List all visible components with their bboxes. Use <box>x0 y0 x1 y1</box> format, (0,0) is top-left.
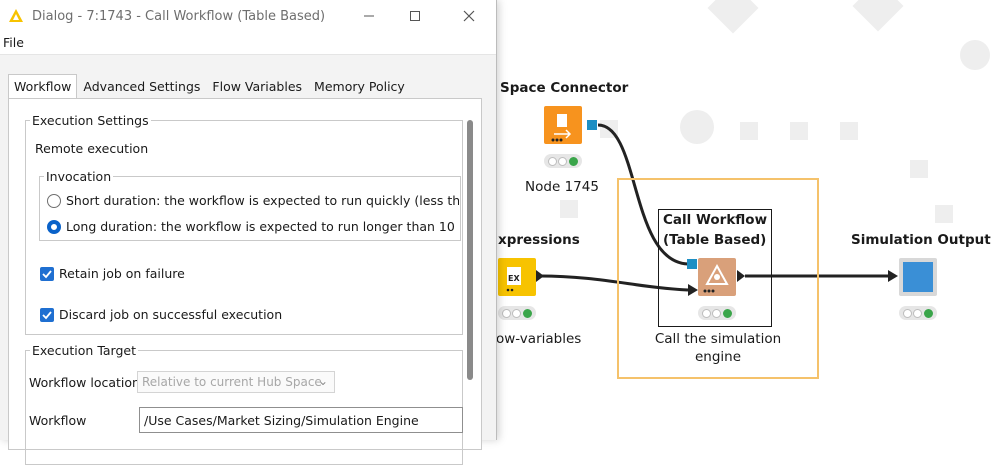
workflow-path-input[interactable]: /Use Cases/Market Sizing/Simulation Engi… <box>139 407 463 433</box>
node-status-indicator <box>698 306 736 320</box>
node-caption-expressions: ow-variables <box>496 331 582 347</box>
execution-settings-legend: Execution Settings <box>32 113 149 128</box>
radio-long-duration[interactable] <box>47 220 61 234</box>
check-icon <box>42 311 52 320</box>
node-name-space-connector: Space Connector <box>500 80 629 96</box>
check-icon <box>42 270 52 279</box>
retain-job-checkbox[interactable] <box>40 267 54 281</box>
output-port[interactable] <box>737 270 745 282</box>
close-button[interactable] <box>446 0 492 32</box>
input-port-variable[interactable] <box>687 259 697 269</box>
discard-job-label[interactable]: Discard job on successful execution <box>59 307 282 322</box>
node-name-simulation-output: Simulation Output <box>851 232 991 248</box>
node-status-indicator <box>544 154 582 168</box>
radio-short-duration[interactable] <box>47 194 61 208</box>
panel-scrollbar[interactable] <box>467 120 473 380</box>
short-duration-label[interactable]: Short duration: the workflow is expected… <box>66 193 459 208</box>
node-caption-space-connector: Node 1745 <box>525 179 599 195</box>
node-caption-call-workflow-line2: engine <box>694 349 742 365</box>
execution-target-legend: Execution Target <box>32 343 136 358</box>
workflow-label: Workflow <box>29 413 87 428</box>
tab-workflow[interactable]: Workflow <box>8 74 78 100</box>
invocation-legend: Invocation <box>46 169 112 184</box>
maximize-icon <box>410 11 420 21</box>
node-status-indicator <box>498 306 536 320</box>
workflow-location-select[interactable]: Relative to current Hub Space ⌄ <box>137 371 335 393</box>
output-port[interactable] <box>587 120 597 130</box>
chevron-down-icon: ⌄ <box>317 374 328 388</box>
workflow-location-value: Relative to current Hub Space <box>142 375 322 389</box>
output-port[interactable] <box>536 270 544 282</box>
minimize-icon <box>364 15 374 17</box>
maximize-button[interactable] <box>392 0 438 32</box>
remote-execution-label: Remote execution <box>35 141 149 156</box>
node-name-call-workflow-line2: (Table Based) <box>663 232 767 248</box>
dialog-titlebar[interactable]: Dialog - 7:1743 - Call Workflow (Table B… <box>0 0 496 32</box>
close-icon <box>463 10 475 22</box>
node-name-expressions: xpressions <box>498 232 580 248</box>
tab-flow-variables[interactable]: Flow Variables <box>206 74 308 99</box>
workflow-location-label: Workflow location <box>29 375 140 390</box>
minimize-button[interactable] <box>346 0 392 32</box>
menu-file[interactable]: File <box>3 35 24 50</box>
node-caption-call-workflow-line1: Call the simulation <box>654 331 782 347</box>
node-status-indicator <box>899 306 937 320</box>
tab-advanced-settings[interactable]: Advanced Settings <box>77 74 206 99</box>
svg-text:EX: EX <box>508 274 520 283</box>
space-connector-icon <box>544 106 582 144</box>
dialog-tabs: Workflow Advanced Settings Flow Variable… <box>8 74 411 100</box>
knime-app-icon <box>9 9 23 22</box>
dialog-menubar: File <box>0 32 496 55</box>
expressions-icon: EX <box>498 258 536 296</box>
simulation-output-icon <box>899 258 937 296</box>
retain-job-label[interactable]: Retain job on failure <box>59 266 185 281</box>
long-duration-label[interactable]: Long duration: the workflow is expected … <box>66 219 459 234</box>
call-workflow-icon <box>698 258 736 296</box>
execution-target-group: Execution Target <box>25 343 463 465</box>
dialog-title: Dialog - 7:1743 - Call Workflow (Table B… <box>32 8 326 24</box>
node-name-call-workflow-line1: Call Workflow <box>663 212 768 228</box>
discard-job-checkbox[interactable] <box>40 308 54 322</box>
tab-memory-policy[interactable]: Memory Policy <box>308 74 411 99</box>
call-workflow-dialog: Dialog - 7:1743 - Call Workflow (Table B… <box>0 0 497 465</box>
workflow-tab-panel: Execution Settings Remote execution Invo… <box>8 98 482 465</box>
